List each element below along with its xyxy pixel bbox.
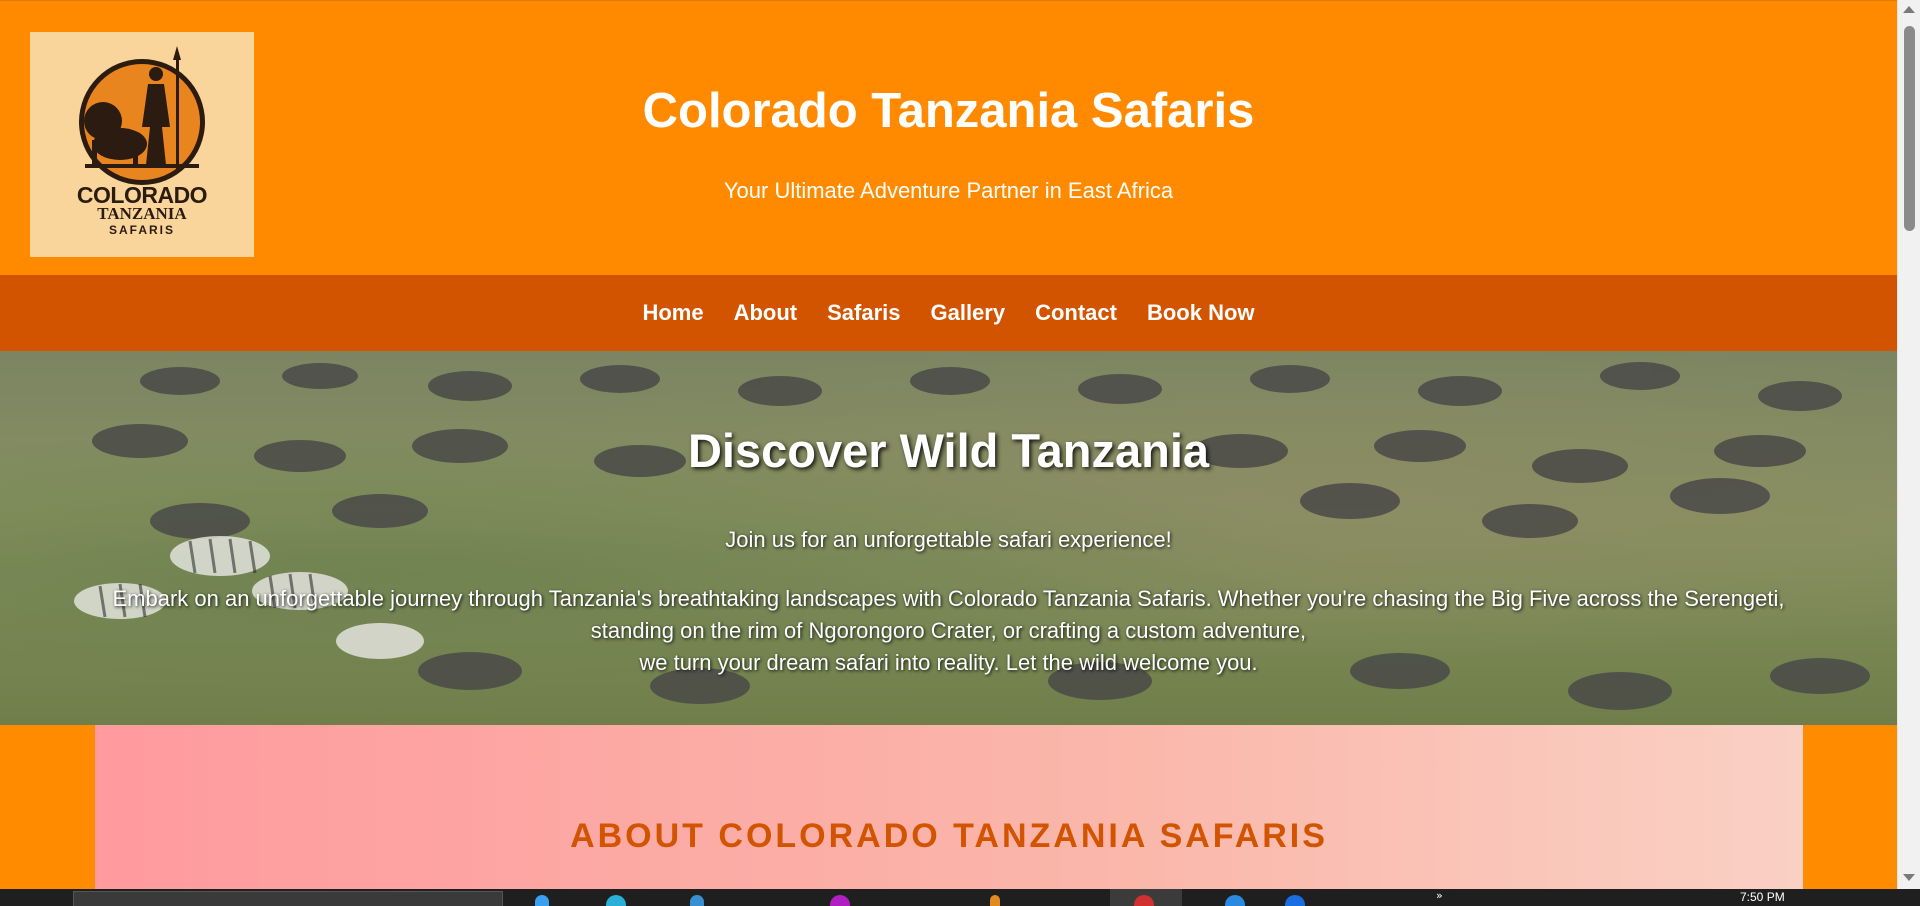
taskbar-app-icon-purple[interactable] — [830, 895, 850, 906]
hero-description: Embark on an unforgettable journey throu… — [40, 583, 1857, 679]
nav-home[interactable]: Home — [642, 300, 703, 326]
hero-description-line-2: standing on the rim of Ngorongoro Crater… — [590, 618, 1307, 643]
logo-line-3: SAFARIS — [108, 223, 175, 237]
hero-subtitle: Join us for an unforgettable safari expe… — [725, 527, 1172, 552]
taskbar-store-icon[interactable] — [690, 895, 704, 906]
logo-line-2: TANZANIA — [97, 204, 187, 223]
browser-viewport: COLORADO TANZANIA SAFARIS Colorado Tanza… — [0, 0, 1897, 889]
hero-section: Discover Wild Tanzania Join us for an un… — [0, 351, 1897, 725]
about-section: ABOUT COLORADO TANZANIA SAFARIS — [95, 725, 1803, 889]
taskbar-clock: 7:50 PM — [1740, 890, 1785, 904]
taskbar-app-icon[interactable] — [535, 895, 549, 906]
main-nav: Home About Safaris Gallery Contact Book … — [0, 275, 1897, 351]
hero-content: Discover Wild Tanzania Join us for an un… — [0, 351, 1897, 725]
hero-description-line-1: Embark on an unforgettable journey throu… — [112, 586, 1785, 611]
taskbar-search-box[interactable] — [73, 891, 503, 906]
chevron-double-right-icon[interactable]: » — [1436, 889, 1443, 902]
nav-about[interactable]: About — [734, 300, 798, 326]
about-title: ABOUT COLORADO TANZANIA SAFARIS — [570, 817, 1328, 855]
nav-safaris[interactable]: Safaris — [827, 300, 900, 326]
nav-contact[interactable]: Contact — [1035, 300, 1117, 326]
scroll-up-arrow-icon[interactable] — [1903, 6, 1915, 13]
site-logo[interactable]: COLORADO TANZANIA SAFARIS — [30, 32, 254, 257]
site-title: Colorado Tanzania Safaris — [642, 84, 1255, 138]
hero-description-line-3: we turn your dream safari into reality. … — [639, 650, 1258, 675]
site-tagline: Your Ultimate Adventure Partner in East … — [723, 178, 1174, 203]
hero-title: Discover Wild Tanzania — [687, 424, 1210, 477]
nav-book-now[interactable]: Book Now — [1147, 300, 1255, 326]
scrollbar-thumb[interactable] — [1904, 26, 1915, 231]
os-taskbar: » 7:50 PM — [0, 889, 1920, 906]
scroll-down-arrow-icon[interactable] — [1903, 874, 1915, 881]
vertical-scrollbar[interactable] — [1897, 0, 1920, 889]
taskbar-app-icon-blue-2[interactable] — [1285, 895, 1305, 906]
nav-gallery[interactable]: Gallery — [930, 300, 1005, 326]
taskbar-app-icon-blue[interactable] — [1225, 895, 1245, 906]
taskbar-app-icon-orange[interactable] — [990, 895, 1000, 906]
taskbar-edge-icon[interactable] — [606, 895, 626, 906]
site-header: COLORADO TANZANIA SAFARIS Colorado Tanza… — [0, 0, 1897, 275]
